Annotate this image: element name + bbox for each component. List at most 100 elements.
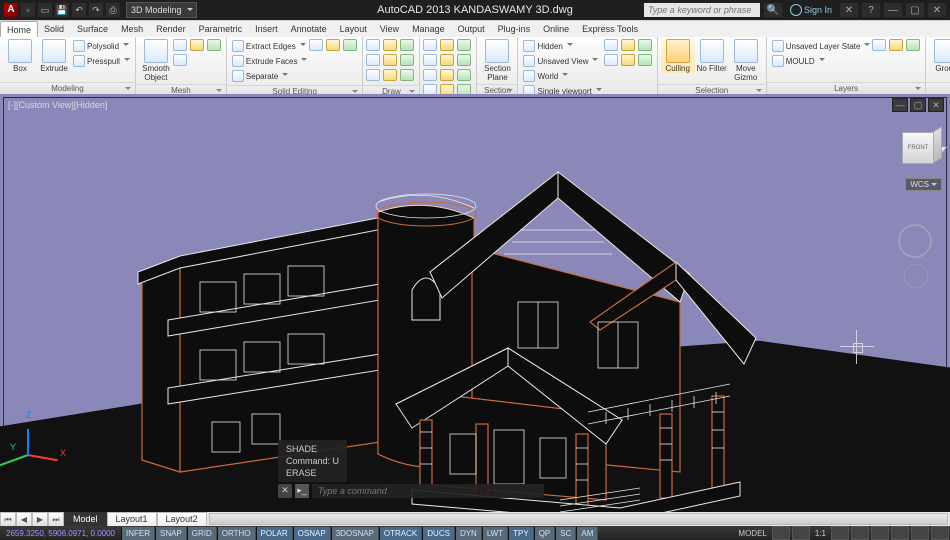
- vp-minimize-icon[interactable]: —: [892, 98, 908, 112]
- modify-tool-7-icon[interactable]: [440, 69, 454, 81]
- presspull-button[interactable]: Presspull: [71, 54, 132, 68]
- status-snap-toggle[interactable]: SNAP: [155, 527, 187, 540]
- tab-express-tools[interactable]: Express Tools: [576, 21, 645, 37]
- box-button[interactable]: Box: [3, 39, 37, 73]
- status-annotation-icon[interactable]: [792, 526, 810, 540]
- status-otrack-toggle[interactable]: OTRACK: [379, 527, 422, 540]
- draw-tool-4-icon[interactable]: [383, 54, 397, 66]
- modify-tool-8-icon[interactable]: [457, 69, 471, 81]
- mesh-tool-3-icon[interactable]: [173, 54, 187, 66]
- command-recent-icon[interactable]: ▸_: [295, 484, 309, 498]
- extrude-faces-button[interactable]: Extrude Faces: [230, 54, 310, 68]
- nav-wheel-icon[interactable]: [904, 264, 928, 288]
- tab-surface[interactable]: Surface: [71, 21, 115, 37]
- command-close-icon[interactable]: ✕: [278, 484, 292, 498]
- layout-scroll-track[interactable]: [209, 513, 948, 525]
- smooth-button[interactable]: Smooth Object: [139, 39, 173, 82]
- status-lwt-toggle[interactable]: LWT: [482, 527, 508, 540]
- coordinates-tool-4-icon[interactable]: [621, 54, 635, 66]
- unsaved-view-button[interactable]: Unsaved View: [521, 54, 603, 68]
- status-cleanscreen-icon[interactable]: [931, 526, 949, 540]
- ucs-icon[interactable]: X Y Z: [16, 412, 66, 462]
- qat-open-icon[interactable]: ▭: [38, 3, 52, 17]
- coordinates-tool-5-icon[interactable]: [638, 54, 652, 66]
- status-grid-toggle[interactable]: GRID: [187, 527, 217, 540]
- help-icon[interactable]: ?: [862, 3, 880, 17]
- status-lock-icon[interactable]: [871, 526, 889, 540]
- annotation-scale[interactable]: 1:1: [811, 529, 830, 538]
- qat-undo-icon[interactable]: ↶: [72, 3, 86, 17]
- tab-view[interactable]: View: [374, 21, 406, 37]
- polysolid-button[interactable]: Polysolid: [71, 39, 132, 53]
- layers-tool-1-icon[interactable]: [889, 39, 903, 51]
- app-menu-button[interactable]: A: [4, 3, 18, 17]
- draw-tool-1-icon[interactable]: [383, 39, 397, 51]
- modify-tool-5-icon[interactable]: [457, 54, 471, 66]
- layout-last-icon[interactable]: ⏭: [48, 512, 64, 526]
- status-grid-icon[interactable]: [772, 526, 790, 540]
- status-sc-toggle[interactable]: SC: [555, 527, 576, 540]
- mesh-tool-0-icon[interactable]: [173, 39, 187, 51]
- vp-maximize-icon[interactable]: ▢: [910, 98, 926, 112]
- mesh-tool-2-icon[interactable]: [207, 39, 221, 51]
- draw-tool-7-icon[interactable]: [383, 69, 397, 81]
- status-polar-toggle[interactable]: POLAR: [256, 527, 293, 540]
- vp-close-icon[interactable]: ✕: [928, 98, 944, 112]
- tab-output[interactable]: Output: [452, 21, 492, 37]
- exchange-icon[interactable]: ✕: [840, 3, 858, 17]
- layout-prev-icon[interactable]: ◀: [16, 512, 32, 526]
- solid-editing-tool-1-icon[interactable]: [326, 39, 340, 51]
- help-search-input[interactable]: [644, 3, 760, 17]
- window-minimize-icon[interactable]: —: [884, 3, 902, 17]
- command-input[interactable]: [312, 484, 544, 498]
- status-isolate-icon[interactable]: [911, 526, 929, 540]
- mesh-tool-1-icon[interactable]: [190, 39, 204, 51]
- tab-annotate[interactable]: Annotate: [285, 21, 334, 37]
- coordinates-tool-3-icon[interactable]: [604, 54, 618, 66]
- model-space-button[interactable]: MODEL: [734, 529, 770, 538]
- coordinates-tool-1-icon[interactable]: [621, 39, 635, 51]
- tab-parametric[interactable]: Parametric: [193, 21, 250, 37]
- group-button[interactable]: Group: [929, 39, 950, 73]
- status-ducs-toggle[interactable]: DUCS: [422, 527, 455, 540]
- move-gizmo-button[interactable]: Move Gizmo: [729, 39, 763, 82]
- solid-editing-tool-0-icon[interactable]: [309, 39, 323, 51]
- solid-editing-tool-2-icon[interactable]: [343, 39, 357, 51]
- status-am-toggle[interactable]: AM: [576, 527, 598, 540]
- world-button[interactable]: World: [521, 69, 603, 83]
- layout-tab-model[interactable]: Model: [64, 512, 107, 526]
- status-qp-toggle[interactable]: QP: [534, 527, 556, 540]
- tab-solid[interactable]: Solid: [38, 21, 71, 37]
- tab-manage[interactable]: Manage: [406, 21, 452, 37]
- coordinates-tool-2-icon[interactable]: [638, 39, 652, 51]
- separate-button[interactable]: Separate: [230, 69, 310, 83]
- nav-compass[interactable]: [898, 224, 932, 258]
- status-ortho-toggle[interactable]: ORTHO: [217, 527, 256, 540]
- draw-tool-6-icon[interactable]: [366, 69, 380, 81]
- status-hardware-icon[interactable]: [891, 526, 909, 540]
- modify-tool-4-icon[interactable]: [440, 54, 454, 66]
- status-tpy-toggle[interactable]: TPY: [508, 527, 534, 540]
- model-3d-house[interactable]: .f{fill:#0d0d0d;stroke:#c86a3a;stroke-wi…: [120, 152, 760, 512]
- tab-render[interactable]: Render: [150, 21, 193, 37]
- wcs-dropdown[interactable]: WCS: [905, 178, 942, 191]
- layers-tool-0-icon[interactable]: [872, 39, 886, 51]
- hidden-button[interactable]: Hidden: [521, 39, 603, 53]
- modify-tool-6-icon[interactable]: [423, 69, 437, 81]
- section-plane-button[interactable]: Section Plane: [480, 39, 514, 82]
- layout-next-icon[interactable]: ▶: [32, 512, 48, 526]
- draw-tool-3-icon[interactable]: [366, 54, 380, 66]
- viewport[interactable]: [-][Custom View][Hidden] — ▢ ✕ FRONT WCS…: [0, 94, 950, 512]
- draw-tool-8-icon[interactable]: [400, 69, 414, 81]
- status-ws-icon[interactable]: [851, 526, 869, 540]
- layers-tool-2-icon[interactable]: [906, 39, 920, 51]
- draw-tool-2-icon[interactable]: [400, 39, 414, 51]
- extrude-button[interactable]: Extrude: [37, 39, 71, 73]
- culling-button[interactable]: Culling: [661, 39, 695, 73]
- qat-redo-icon[interactable]: ↷: [89, 3, 103, 17]
- layout-first-icon[interactable]: ⏮: [0, 512, 16, 526]
- tab-layout[interactable]: Layout: [334, 21, 374, 37]
- status-dyn-toggle[interactable]: DYN: [455, 527, 482, 540]
- modify-tool-3-icon[interactable]: [423, 54, 437, 66]
- status-infer-toggle[interactable]: INFER: [121, 527, 155, 540]
